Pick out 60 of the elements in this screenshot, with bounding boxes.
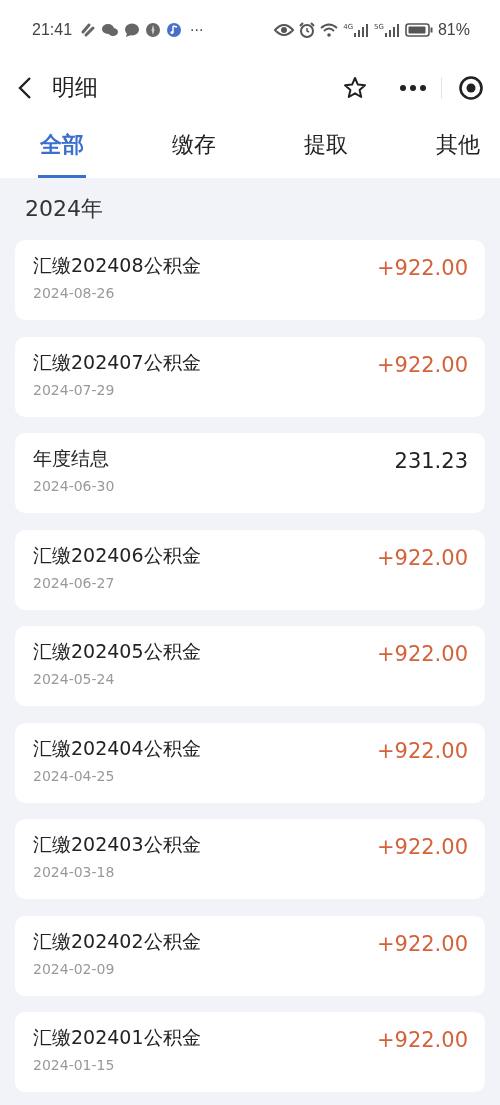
more-notifications-icon: ··· — [190, 22, 204, 38]
record-title: 年度结息 — [33, 446, 110, 471]
record-amount: +922.00 — [376, 737, 468, 765]
record-amount: +922.00 — [376, 641, 468, 668]
close-button[interactable] — [458, 74, 484, 101]
record-date: 2024-03-18 — [33, 863, 116, 881]
record-card[interactable]: 汇缴202407公积金 2024-07-29 +922.00 — [15, 336, 485, 417]
record-card[interactable]: 汇缴202405公积金 2024-05-24 +922.00 — [15, 626, 485, 706]
message-icon — [124, 22, 141, 38]
clock-time: 21:41 — [32, 21, 73, 39]
tab[interactable]: 全部 — [38, 115, 86, 178]
record-date: 2024-02-09 — [33, 959, 116, 978]
tab[interactable]: 缴存 — [170, 115, 218, 178]
record-date: 2024-06-30 — [33, 477, 115, 495]
record-date: 2024-01-15 — [33, 1056, 116, 1074]
record-amount: +922.00 — [376, 544, 468, 572]
record-card[interactable]: 汇缴202406公积金 2024-06-27 +922.00 — [15, 529, 485, 610]
record-title: 汇缴202403公积金 — [33, 832, 201, 857]
record-title: 汇缴202407公积金 — [33, 349, 201, 375]
signal-icon — [353, 23, 370, 37]
record-card[interactable]: 汇缴202402公积金 2024-02-09 +922.00 — [15, 915, 485, 996]
record-date: 2024-05-24 — [33, 670, 116, 688]
alarm-clock-icon — [299, 22, 316, 38]
more-button[interactable] — [399, 83, 427, 92]
record-card[interactable]: 汇缴202408公积金 2024-08-26 +922.00 — [15, 240, 485, 320]
record-amount: 231.23 — [394, 448, 468, 475]
tab[interactable]: 提取 — [302, 115, 350, 178]
record-card[interactable]: 汇缴202404公积金 2024-04-25 +922.00 — [15, 722, 485, 803]
record-card[interactable]: 年度结息 2024-06-30 231.23 — [15, 433, 485, 513]
record-amount: +922.00 — [376, 255, 468, 282]
tab[interactable]: 其他 — [434, 115, 482, 178]
music-icon — [166, 22, 183, 38]
record-date: 2024-08-26 — [33, 284, 116, 302]
record-date: 2024-07-29 — [33, 380, 116, 399]
record-amount: +922.00 — [376, 351, 468, 379]
wifi-icon — [320, 22, 339, 38]
record-title: 汇缴202408公积金 — [33, 253, 201, 278]
record-title: 汇缴202404公积金 — [33, 735, 201, 761]
app-notification-icon — [80, 22, 97, 38]
record-title: 汇缴202406公积金 — [33, 542, 201, 568]
record-date: 2024-06-27 — [33, 573, 116, 592]
record-amount: +922.00 — [376, 834, 468, 861]
eye-icon — [274, 23, 295, 37]
record-title: 汇缴202402公积金 — [33, 928, 201, 954]
app-notification-icon — [145, 22, 162, 38]
battery-icon — [404, 23, 433, 37]
chat-icon — [101, 22, 120, 38]
page-title: 明细 — [52, 73, 98, 102]
record-amount: +922.00 — [376, 1027, 468, 1054]
signal-icon — [383, 23, 400, 37]
favorite-button[interactable] — [343, 75, 367, 100]
record-amount: +922.00 — [376, 930, 468, 958]
record-date: 2024-04-25 — [33, 766, 116, 785]
record-card[interactable]: 汇缴202401公积金 2024-01-15 +922.00 — [15, 1012, 485, 1092]
record-title: 汇缴202405公积金 — [33, 639, 201, 664]
battery-percentage: 81% — [437, 21, 470, 39]
record-title: 汇缴202401公积金 — [33, 1025, 201, 1050]
back-button[interactable] — [18, 75, 32, 100]
year-heading: 2024年 — [24, 195, 104, 223]
record-card[interactable]: 汇缴202403公积金 2024-03-18 +922.00 — [15, 819, 485, 899]
